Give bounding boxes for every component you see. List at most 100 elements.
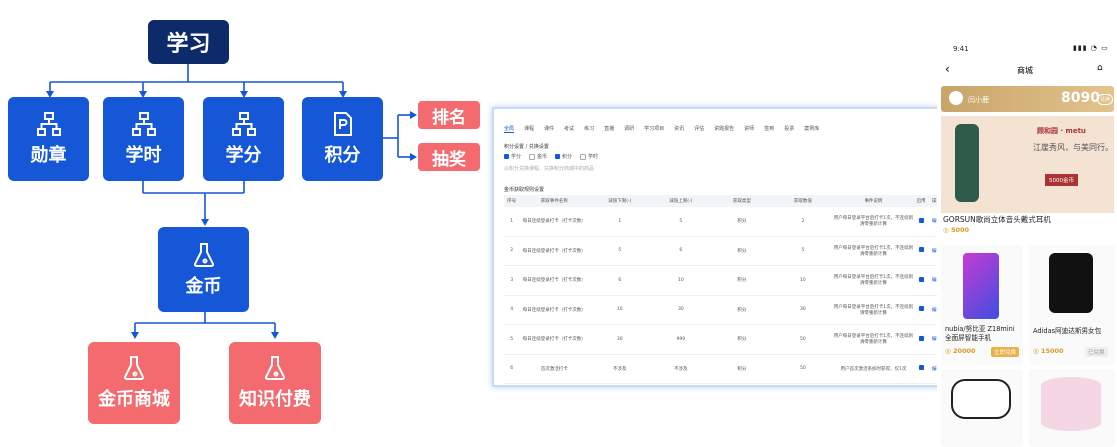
cell-no: 4 <box>504 295 520 325</box>
col-enabled: 启用 <box>913 195 929 207</box>
cell-type: 积分 <box>711 354 773 384</box>
node-label: 金币 <box>185 275 222 297</box>
tab-vote[interactable]: 投票 <box>784 125 794 133</box>
cell-type: 积分 <box>711 265 773 296</box>
user-name: 闫小鹿 <box>968 96 989 104</box>
banner-brand: 顾和园 · metu <box>1037 127 1086 135</box>
promo-banner[interactable]: 顾和园 · metu 江崖秀风，与美同行。 5000金币 <box>941 116 1114 213</box>
node-coin-mall: 金币商城 <box>88 342 180 424</box>
tab-courseware[interactable]: 课件 <box>544 125 554 133</box>
product-image <box>963 253 999 319</box>
cell-high: 5 <box>650 207 712 237</box>
tab-news[interactable]: 资讯 <box>674 125 684 133</box>
cell-enabled <box>913 354 929 384</box>
table-row: 1 每日连续登录打卡（打卡次数） 1 5 积分 2 用户每日登录平台后打卡1次，不连续则清零… <box>504 207 940 237</box>
node-study-hours: 学时 <box>103 97 184 181</box>
tab-global[interactable]: 全局 <box>504 125 515 133</box>
lamp-image <box>1041 377 1101 431</box>
back-icon[interactable]: ‹ <box>945 62 950 76</box>
checkbox-icon[interactable] <box>918 247 924 253</box>
cell-desc: 用户每日登录平台后打卡1次，不连续则清零重新计算 <box>833 265 914 296</box>
cell-name: 每日连续登录打卡（打卡次数） <box>519 295 590 325</box>
col-type: 获取类型 <box>711 195 773 207</box>
product-card[interactable]: nubia/努比亚 Z18mini 全面屏智能手机 ◎ 20000 立即兑换 <box>941 245 1023 365</box>
cell-no: 3 <box>504 265 520 296</box>
tab-exam[interactable]: 考试 <box>564 125 574 133</box>
cell-desc: 用户首次激活系统时获得，仅1次 <box>833 354 914 384</box>
redeem-button[interactable]: 兑换 <box>1097 94 1114 105</box>
tab-practice[interactable]: 练习 <box>584 125 594 133</box>
product-image <box>1049 253 1093 313</box>
coin-icon: ◎ <box>1033 347 1041 355</box>
cell-low: 30 <box>589 324 651 355</box>
checkbox-icon[interactable] <box>918 365 924 371</box>
coin-icon: ◎ <box>945 347 953 355</box>
option-points[interactable]: 积分 <box>555 153 572 160</box>
points-value: 8090 <box>1061 90 1100 106</box>
cell-name: 每日连续登录打卡（打卡次数） <box>519 265 590 296</box>
redeem-now-button[interactable]: 立即兑换 <box>991 347 1020 357</box>
tab-course[interactable]: 课程 <box>524 125 534 133</box>
checkbox-icon[interactable] <box>918 217 924 223</box>
new-cell: 1 <box>589 383 651 385</box>
admin-tabs: 全局 课程 课件 考试 练习 直播 调研 学习项目 资讯 评估 讲题报告 讲师 … <box>504 125 819 133</box>
status-time: 9:41 <box>953 45 969 53</box>
cell-enabled <box>913 383 929 385</box>
cell-name: 每日连续登录打卡（打卡次数） <box>519 324 590 355</box>
cell-val: 30 <box>772 295 834 325</box>
new-cell: 1 <box>772 383 834 385</box>
coin-icon: ◎ <box>943 226 951 234</box>
node-credits: 学分 <box>203 97 284 181</box>
product-card[interactable] <box>1029 369 1115 447</box>
option-coin[interactable]: 金币 <box>529 153 547 160</box>
cell-enabled <box>913 295 929 325</box>
cell-val: 50 <box>772 354 834 384</box>
cell-val: 5 <box>772 236 834 266</box>
cell-type: 积分 <box>711 324 773 355</box>
cell-desc: 用户每日登录平台后打卡1次，不连续则清零重新计算 <box>833 324 914 355</box>
points-icon <box>333 112 352 136</box>
admin-settings-screenshot: 全局 课程 课件 考试 练习 直播 调研 学习项目 资讯 评估 讲题报告 讲师 … <box>492 107 942 387</box>
node-ranking: 排名 <box>418 101 480 129</box>
tab-project[interactable]: 学习项目 <box>644 125 664 133</box>
cell-desc: 用户每日登录平台后打卡1次，不连续则清零重新计算 <box>833 207 914 237</box>
featured-name: GORSUN歌尚立体音头戴式耳机 <box>943 215 1051 224</box>
new-cell: 请选择 <box>711 383 773 385</box>
option-credit[interactable]: 学分 <box>504 153 521 160</box>
tab-lecturer[interactable]: 讲师 <box>744 125 754 133</box>
redeemed-button[interactable]: 已兑换 <box>1085 347 1108 357</box>
page-title: 商城 <box>1017 66 1033 75</box>
tab-survey[interactable]: 调研 <box>624 125 634 133</box>
flask-icon <box>264 356 286 380</box>
col-name: 获取事件名称 <box>519 195 590 207</box>
tab-live[interactable]: 直播 <box>604 125 614 133</box>
cell-low: 5 <box>589 236 651 266</box>
checkbox-icon[interactable] <box>918 306 924 312</box>
tab-checkin[interactable]: 签到 <box>764 125 774 133</box>
checkbox-icon[interactable] <box>918 335 924 341</box>
product-card[interactable] <box>941 369 1023 447</box>
cell-high: 30 <box>650 295 712 325</box>
tab-evaluation[interactable]: 评估 <box>694 125 704 133</box>
checkbox-icon[interactable] <box>918 276 924 282</box>
new-cell: 1 <box>650 383 712 385</box>
avatar <box>949 91 963 105</box>
col-desc: 事件说明 <box>833 195 914 207</box>
table-row: 6首次激活打卡不涉及不涉及积分50用户首次激活系统时获得，仅1次编辑 <box>504 354 940 384</box>
product-card[interactable]: Adidas阿迪达斯男女包 ◎ 15000 已兑换 <box>1029 245 1115 365</box>
gift-icon[interactable]: ⌂ <box>1097 63 1103 73</box>
banner-button[interactable]: 5000金币 <box>1045 174 1078 186</box>
hierarchy-icon <box>231 112 256 136</box>
tab-case[interactable]: 案例库 <box>804 125 819 133</box>
cell-val: 50 <box>772 324 834 355</box>
option-hours[interactable]: 学时 <box>580 153 598 160</box>
nav-bar: ‹ 商城 ⌂ <box>937 60 1117 82</box>
tab-report[interactable]: 讲题报告 <box>714 125 734 133</box>
cell-name: 首次激活打卡 <box>519 354 590 384</box>
new-rule-row: 请选择11请选择1新增 <box>504 383 940 385</box>
rules-table: 序号 获取事件名称 减值下限(-) 减值上限(-) 获取类型 获取数值 事件说明… <box>504 195 940 385</box>
col-value: 获取数值 <box>772 195 834 207</box>
cell-type: 积分 <box>711 295 773 325</box>
cell-low: 1 <box>589 207 651 237</box>
cell-low: 不涉及 <box>589 354 651 384</box>
